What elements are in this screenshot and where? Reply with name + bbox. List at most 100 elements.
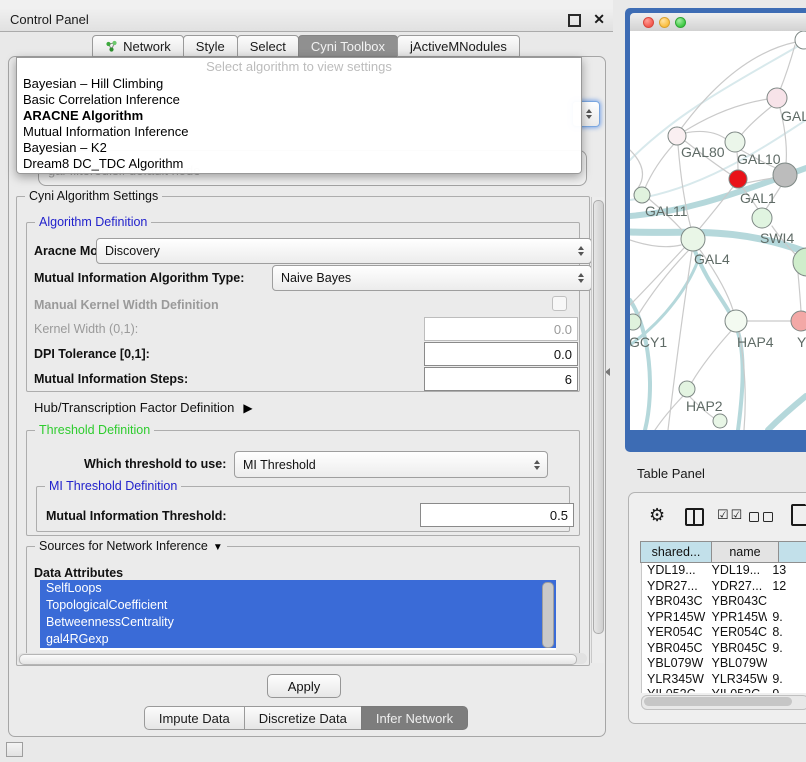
checked-boxes-icon[interactable]: ☑☑ <box>717 507 744 523</box>
mi-steps-field[interactable]: 6 <box>424 367 578 391</box>
expanded-triangle-icon: ▼ <box>213 542 223 553</box>
tab-cyni-toolbox[interactable]: Cyni Toolbox <box>298 35 398 57</box>
float-panel-icon[interactable] <box>568 14 581 27</box>
manual-kernel-checkbox[interactable] <box>552 296 567 311</box>
vscrollbar-thumb[interactable] <box>593 200 604 634</box>
network-node-Y-node[interactable] <box>791 311 806 331</box>
which-threshold-combo[interactable]: MI Threshold <box>234 451 548 478</box>
table-column-header[interactable]: shared... <box>640 541 712 563</box>
network-node-HAP2[interactable] <box>679 381 695 397</box>
table-cell: YDR27... <box>642 579 706 595</box>
kernel-width-value: 0.0 <box>554 322 572 337</box>
network-window-titlebar[interactable] <box>630 13 806 32</box>
spinner-icon <box>578 246 584 256</box>
gear-icon[interactable]: ⚙ <box>649 505 665 526</box>
unchecked-box-icon[interactable] <box>749 512 759 522</box>
split-columns-icon[interactable] <box>685 508 704 526</box>
settings-hscrollbar[interactable] <box>17 653 587 664</box>
network-edge <box>630 150 643 188</box>
network-node-gray-node[interactable] <box>773 163 797 187</box>
table-panel-title: Table Panel <box>637 466 705 481</box>
aracne-mode-combo[interactable]: Discovery <box>96 238 592 264</box>
network-node-GAL80[interactable] <box>668 127 686 145</box>
network-node-GAL[interactable] <box>767 88 787 108</box>
table-row[interactable]: YBL079WYBL079W <box>642 656 806 672</box>
network-node-big-green[interactable] <box>793 248 806 276</box>
hscrollbar-thumb[interactable] <box>19 654 577 665</box>
tab-discretize-data[interactable]: Discretize Data <box>244 706 362 730</box>
zoom-traffic-light[interactable] <box>675 17 686 28</box>
close-traffic-light[interactable] <box>643 17 654 28</box>
algorithm-option[interactable]: Bayesian – K2 <box>17 140 581 156</box>
unchecked-box-icon[interactable] <box>763 512 773 522</box>
table-cell <box>767 594 806 610</box>
network-node-GAL11[interactable] <box>634 187 650 203</box>
algorithm-option[interactable]: ARACNE Algorithm <box>17 108 581 124</box>
tab-select[interactable]: Select <box>237 35 299 57</box>
kernel-width-field[interactable]: 0.0 <box>424 317 578 341</box>
table-row[interactable]: YPR145WYPR145W9. <box>642 610 806 626</box>
collapsed-panel-icon[interactable] <box>6 742 23 757</box>
table-row[interactable]: YDR27...YDR27...12 <box>642 579 806 595</box>
network-edge <box>685 131 726 139</box>
apply-button[interactable]: Apply <box>267 674 341 698</box>
algorithm-option[interactable]: Bayesian – Hill Climbing <box>17 76 581 92</box>
table-column-header[interactable]: name <box>711 541 779 563</box>
data-attribute-item[interactable]: BetweennessCentrality <box>40 614 556 631</box>
settings-vscrollbar[interactable] <box>591 197 604 663</box>
network-node-SWI4[interactable] <box>752 208 772 228</box>
mi-threshold-frame-title: MI Threshold Definition <box>45 479 181 493</box>
data-attributes-list[interactable]: SelfLoopsTopologicalCoefficientBetweenne… <box>40 580 556 650</box>
data-attribute-item[interactable]: gal4RGexp <box>40 631 556 648</box>
threshold-definition-title: Threshold Definition <box>35 423 154 437</box>
table-hscrollbar-thumb[interactable] <box>644 697 792 706</box>
control-panel-title: Control Panel <box>0 12 89 27</box>
table-column-header[interactable] <box>778 541 806 563</box>
network-node-GCY1[interactable] <box>630 314 641 330</box>
network-edge <box>798 273 801 311</box>
table-hscrollbar[interactable] <box>641 695 806 710</box>
data-attribute-item[interactable]: TopologicalCoefficient <box>40 597 556 614</box>
dpi-tolerance-value: 0.0 <box>554 347 572 362</box>
dpi-tolerance-field[interactable]: 0.0 <box>424 342 578 366</box>
table-row[interactable]: YDL19...YDL19...13 <box>642 563 806 579</box>
algorithm-option[interactable]: Basic Correlation Inference <box>17 92 581 108</box>
network-node-GAL10[interactable] <box>725 132 745 152</box>
table-cell: YDL19... <box>706 563 767 579</box>
close-icon[interactable]: ✕ <box>593 11 605 28</box>
network-canvas[interactable]: GALGAL80GAL10GAL1GAL11SWI4GAL4GCY1HAP4YH… <box>630 31 806 430</box>
table-cell: 9. <box>767 610 806 626</box>
screen: Control Panel ✕ Network Style Select Cyn… <box>0 0 806 762</box>
network-edge <box>677 99 768 136</box>
table-row[interactable]: YIL052CYIL052C9 <box>642 687 806 693</box>
tab-infer-network[interactable]: Infer Network <box>361 706 468 730</box>
table-row[interactable]: YBR043CYBR043C <box>642 594 806 610</box>
table-row[interactable]: YBR045CYBR045C9. <box>642 641 806 657</box>
network-node-GAL4[interactable] <box>681 227 705 251</box>
control-panel-window: Control Panel ✕ Network Style Select Cyn… <box>0 0 613 762</box>
spinner-icon <box>586 109 592 119</box>
tab-network[interactable]: Network <box>92 35 184 57</box>
mi-threshold-field[interactable]: 0.5 <box>420 503 574 527</box>
data-attribute-item[interactable]: SelfLoops <box>40 580 556 597</box>
table-row[interactable]: YER054CYER054C8. <box>642 625 806 641</box>
table-cell: YIL052C <box>706 687 767 693</box>
table-row[interactable]: YLR345WYLR345W9. <box>642 672 806 688</box>
algorithm-option[interactable]: Mutual Information Inference <box>17 124 581 140</box>
network-edge <box>692 331 731 382</box>
tab-jactivemnodules[interactable]: jActiveMNodules <box>397 35 520 57</box>
network-node-HAP4[interactable] <box>725 310 747 332</box>
table-doc-icon[interactable] <box>791 504 806 526</box>
table-body[interactable]: YDL19...YDL19...13YDR27...YDR27...12YBR0… <box>641 563 806 693</box>
sources-frame-title[interactable]: Sources for Network Inference▼ <box>35 539 227 553</box>
tab-impute-data[interactable]: Impute Data <box>144 706 245 730</box>
attr-list-scrollbar[interactable] <box>542 582 554 648</box>
hub-section-toggle[interactable]: Hub/Transcription Factor Definition▶ <box>34 400 253 415</box>
algorithm-option[interactable]: Dream8 DC_TDC Algorithm <box>17 156 581 172</box>
tab-style[interactable]: Style <box>183 35 238 57</box>
network-node-GAL1[interactable] <box>729 170 747 188</box>
network-node-small-bottom[interactable] <box>713 414 727 428</box>
mi-algorithm-type-combo[interactable]: Naive Bayes <box>272 265 592 291</box>
mi-algorithm-type-value: Naive Bayes <box>281 271 351 285</box>
minimize-traffic-light[interactable] <box>659 17 670 28</box>
